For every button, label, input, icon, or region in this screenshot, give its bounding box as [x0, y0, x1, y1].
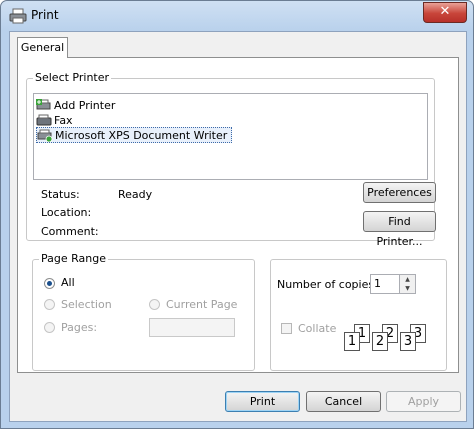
tab-general[interactable]: General: [17, 37, 68, 58]
window-title: Print: [31, 8, 59, 22]
collate-page: 1: [344, 332, 360, 351]
printer-item-add-printer[interactable]: Add Printer: [36, 98, 115, 112]
print-dialog: Print ✕ General Select Printer Add Print…: [0, 0, 474, 429]
apply-button[interactable]: Apply: [386, 391, 461, 412]
radio-selection[interactable]: [44, 299, 55, 310]
collate-illustration: 1 1 2 2 3 3: [344, 324, 440, 364]
radio-all-label: All: [61, 276, 75, 289]
printer-icon: [9, 8, 27, 24]
collate-label: Collate: [298, 322, 337, 335]
close-icon: ✕: [439, 4, 451, 19]
select-printer-legend: Select Printer: [33, 71, 112, 84]
cancel-button[interactable]: Cancel: [306, 391, 381, 412]
printer-item-fax[interactable]: Fax: [36, 113, 73, 127]
radio-selection-label: Selection: [61, 298, 112, 311]
spin-up-icon[interactable]: ▲: [400, 275, 415, 284]
copies-label: Number of copies:: [277, 278, 378, 291]
spin-down-icon[interactable]: ▼: [400, 284, 415, 293]
collate-page: 3: [400, 332, 416, 351]
printer-item-label: Add Printer: [54, 98, 116, 112]
radio-pages-label: Pages:: [61, 321, 98, 334]
printer-item-label: Microsoft XPS Document Writer: [55, 128, 228, 142]
printer-icon: [37, 129, 53, 142]
find-printer-button[interactable]: Find Printer...: [363, 211, 436, 248]
comment-label: Comment:: [41, 225, 99, 238]
printer-item-microsoft-xps[interactable]: Microsoft XPS Document Writer: [36, 127, 233, 143]
status-label: Status:: [41, 188, 80, 201]
radio-all[interactable]: [44, 278, 55, 289]
radio-current-page-label: Current Page: [166, 298, 238, 311]
copies-input-value: 1: [374, 277, 381, 290]
location-label: Location:: [41, 206, 92, 219]
dialog-client-area: General Select Printer Add Printer Fax M…: [9, 31, 467, 422]
pages-input[interactable]: [149, 318, 235, 337]
page-range-legend: Page Range: [39, 252, 108, 265]
copies-input[interactable]: 1: [370, 274, 400, 294]
general-tab-panel: Select Printer Add Printer Fax Microsoft…: [17, 57, 459, 373]
fax-icon: [36, 114, 52, 125]
print-button[interactable]: Print: [225, 391, 300, 412]
printer-list[interactable]: Add Printer Fax Microsoft XPS Document W…: [33, 93, 428, 180]
radio-pages[interactable]: [44, 322, 55, 333]
collate-page: 2: [372, 332, 388, 351]
radio-current-page[interactable]: [149, 299, 160, 310]
copies-spinner[interactable]: ▲ ▼: [400, 274, 416, 294]
preferences-button[interactable]: Preferences: [363, 182, 436, 203]
close-button[interactable]: ✕: [423, 2, 467, 23]
collate-checkbox[interactable]: [281, 323, 292, 334]
printer-item-label: Fax: [54, 113, 73, 127]
title-bar[interactable]: Print ✕: [1, 1, 473, 31]
status-value: Ready: [118, 188, 153, 201]
add-printer-icon: [36, 98, 51, 109]
